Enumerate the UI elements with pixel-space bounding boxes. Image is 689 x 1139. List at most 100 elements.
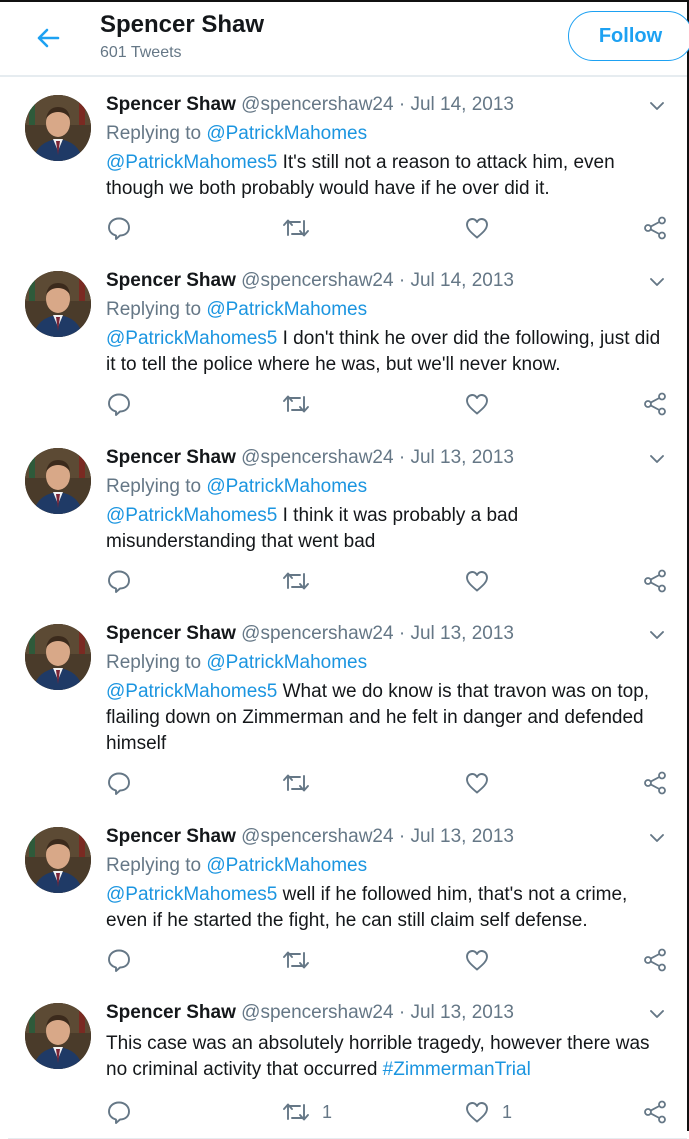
share-icon (642, 1099, 668, 1125)
retweet-button[interactable] (282, 947, 310, 973)
tweet-actions (106, 947, 676, 975)
chevron-down-icon[interactable] (649, 452, 665, 464)
avatar[interactable] (25, 95, 91, 161)
avatar[interactable] (25, 827, 91, 893)
mention-link[interactable]: @PatrickMahomes5 (106, 681, 277, 702)
reply-button[interactable] (106, 1099, 132, 1125)
retweet-button[interactable]: 1 (282, 1099, 332, 1125)
avatar[interactable] (25, 448, 91, 514)
mention-link[interactable]: @PatrickMahomes5 (106, 328, 277, 349)
reply-button[interactable] (106, 391, 132, 417)
share-button[interactable] (642, 568, 668, 594)
author-handle[interactable]: @spencershaw24 (241, 826, 393, 847)
app-frame: Spencer Shaw 601 Tweets Follow Spencer S… (0, 0, 689, 1139)
avatar-photo (25, 271, 91, 337)
tweet-text: This case was an absolutely horrible tra… (106, 1031, 666, 1083)
replying-to: Replying to @PatrickMahomes (106, 299, 367, 321)
tweet-item[interactable]: Spencer Shaw @spencershaw24 · Jul 14, 20… (8, 256, 687, 434)
tweet-item[interactable]: Spencer Shaw @spencershaw24 · Jul 13, 20… (8, 812, 687, 989)
share-button[interactable] (642, 215, 668, 241)
tweet-date[interactable]: Jul 13, 2013 (410, 826, 514, 847)
author-name[interactable]: Spencer Shaw (106, 447, 236, 468)
like-button[interactable] (464, 215, 490, 241)
chevron-down-icon[interactable] (649, 275, 665, 287)
replying-to-label: Replying to (106, 123, 202, 144)
reply-button[interactable] (106, 568, 132, 594)
tweet-item[interactable]: Spencer Shaw @spencershaw24 · Jul 14, 20… (8, 80, 687, 257)
mention-link[interactable]: @PatrickMahomes5 (106, 152, 277, 173)
separator-dot: · (398, 94, 406, 115)
avatar-photo (25, 624, 91, 690)
tweet-item[interactable]: Spencer Shaw @spencershaw24 · Jul 13, 20… (8, 988, 687, 1139)
tweet-actions (106, 770, 676, 798)
retweet-button[interactable] (282, 215, 310, 241)
chevron-down-icon[interactable] (649, 99, 665, 111)
like-button[interactable] (464, 770, 490, 796)
heart-icon (464, 215, 490, 241)
retweet-button[interactable] (282, 391, 310, 417)
tweet-date[interactable]: Jul 13, 2013 (410, 1002, 514, 1023)
author-name[interactable]: Spencer Shaw (106, 1002, 236, 1023)
arrow-left-icon[interactable] (34, 24, 62, 52)
retweet-button[interactable] (282, 568, 310, 594)
reply-button[interactable] (106, 770, 132, 796)
tweet-date[interactable]: Jul 14, 2013 (410, 94, 514, 115)
tweet-header: Spencer Shaw @spencershaw24 · Jul 14, 20… (106, 94, 514, 116)
author-handle[interactable]: @spencershaw24 (241, 270, 393, 291)
reply-to-link[interactable]: @PatrickMahomes (206, 123, 367, 144)
chevron-down-icon[interactable] (649, 628, 665, 640)
heart-icon (464, 1099, 490, 1125)
tweet-actions (106, 215, 676, 243)
tweet-date[interactable]: Jul 14, 2013 (410, 270, 514, 291)
like-button[interactable] (464, 391, 490, 417)
reply-to-link[interactable]: @PatrickMahomes (206, 652, 367, 673)
reply-to-link[interactable]: @PatrickMahomes (206, 299, 367, 320)
author-handle[interactable]: @spencershaw24 (241, 623, 393, 644)
separator-dot: · (398, 270, 406, 291)
retweet-icon (282, 1099, 310, 1125)
tweet-header: Spencer Shaw @spencershaw24 · Jul 13, 20… (106, 1002, 514, 1024)
share-button[interactable] (642, 770, 668, 796)
avatar[interactable] (25, 271, 91, 337)
like-button[interactable] (464, 947, 490, 973)
author-name[interactable]: Spencer Shaw (106, 94, 236, 115)
mention-link[interactable]: @PatrickMahomes5 (106, 505, 277, 526)
tweet-item[interactable]: Spencer Shaw @spencershaw24 · Jul 13, 20… (8, 609, 687, 813)
author-name[interactable]: Spencer Shaw (106, 270, 236, 291)
avatar[interactable] (25, 624, 91, 690)
share-button[interactable] (642, 391, 668, 417)
share-button[interactable] (642, 1099, 668, 1125)
tweet-body-text: This case was an absolutely horrible tra… (106, 1033, 650, 1080)
author-name[interactable]: Spencer Shaw (106, 623, 236, 644)
reply-to-link[interactable]: @PatrickMahomes (206, 476, 367, 497)
replying-to: Replying to @PatrickMahomes (106, 476, 367, 498)
hashtag-link[interactable]: #ZimmermanTrial (383, 1059, 531, 1080)
share-button[interactable] (642, 947, 668, 973)
tweet-date[interactable]: Jul 13, 2013 (410, 623, 514, 644)
retweet-button[interactable] (282, 770, 310, 796)
reply-button[interactable] (106, 947, 132, 973)
reply-button[interactable] (106, 215, 132, 241)
chevron-down-icon[interactable] (649, 1007, 665, 1019)
author-handle[interactable]: @spencershaw24 (241, 1002, 393, 1023)
retweet-icon (282, 770, 310, 796)
reply-to-link[interactable]: @PatrickMahomes (206, 855, 367, 876)
author-handle[interactable]: @spencershaw24 (241, 94, 393, 115)
reply-icon (106, 391, 132, 417)
like-button[interactable] (464, 568, 490, 594)
author-name[interactable]: Spencer Shaw (106, 826, 236, 847)
tweet-header: Spencer Shaw @spencershaw24 · Jul 13, 20… (106, 623, 514, 645)
avatar[interactable] (25, 1003, 91, 1069)
avatar-photo (25, 827, 91, 893)
like-count: 1 (502, 1101, 513, 1122)
chevron-down-icon[interactable] (649, 831, 665, 843)
author-handle[interactable]: @spencershaw24 (241, 447, 393, 468)
tweet-text: @PatrickMahomes5 well if he followed him… (106, 882, 666, 934)
separator-dot: · (398, 826, 406, 847)
follow-button[interactable]: Follow (568, 11, 689, 61)
mention-link[interactable]: @PatrickMahomes5 (106, 884, 277, 905)
tweet-count: 601 Tweets (100, 44, 182, 61)
tweet-item[interactable]: Spencer Shaw @spencershaw24 · Jul 13, 20… (8, 433, 687, 610)
tweet-date[interactable]: Jul 13, 2013 (410, 447, 514, 468)
like-button[interactable]: 1 (464, 1099, 512, 1125)
